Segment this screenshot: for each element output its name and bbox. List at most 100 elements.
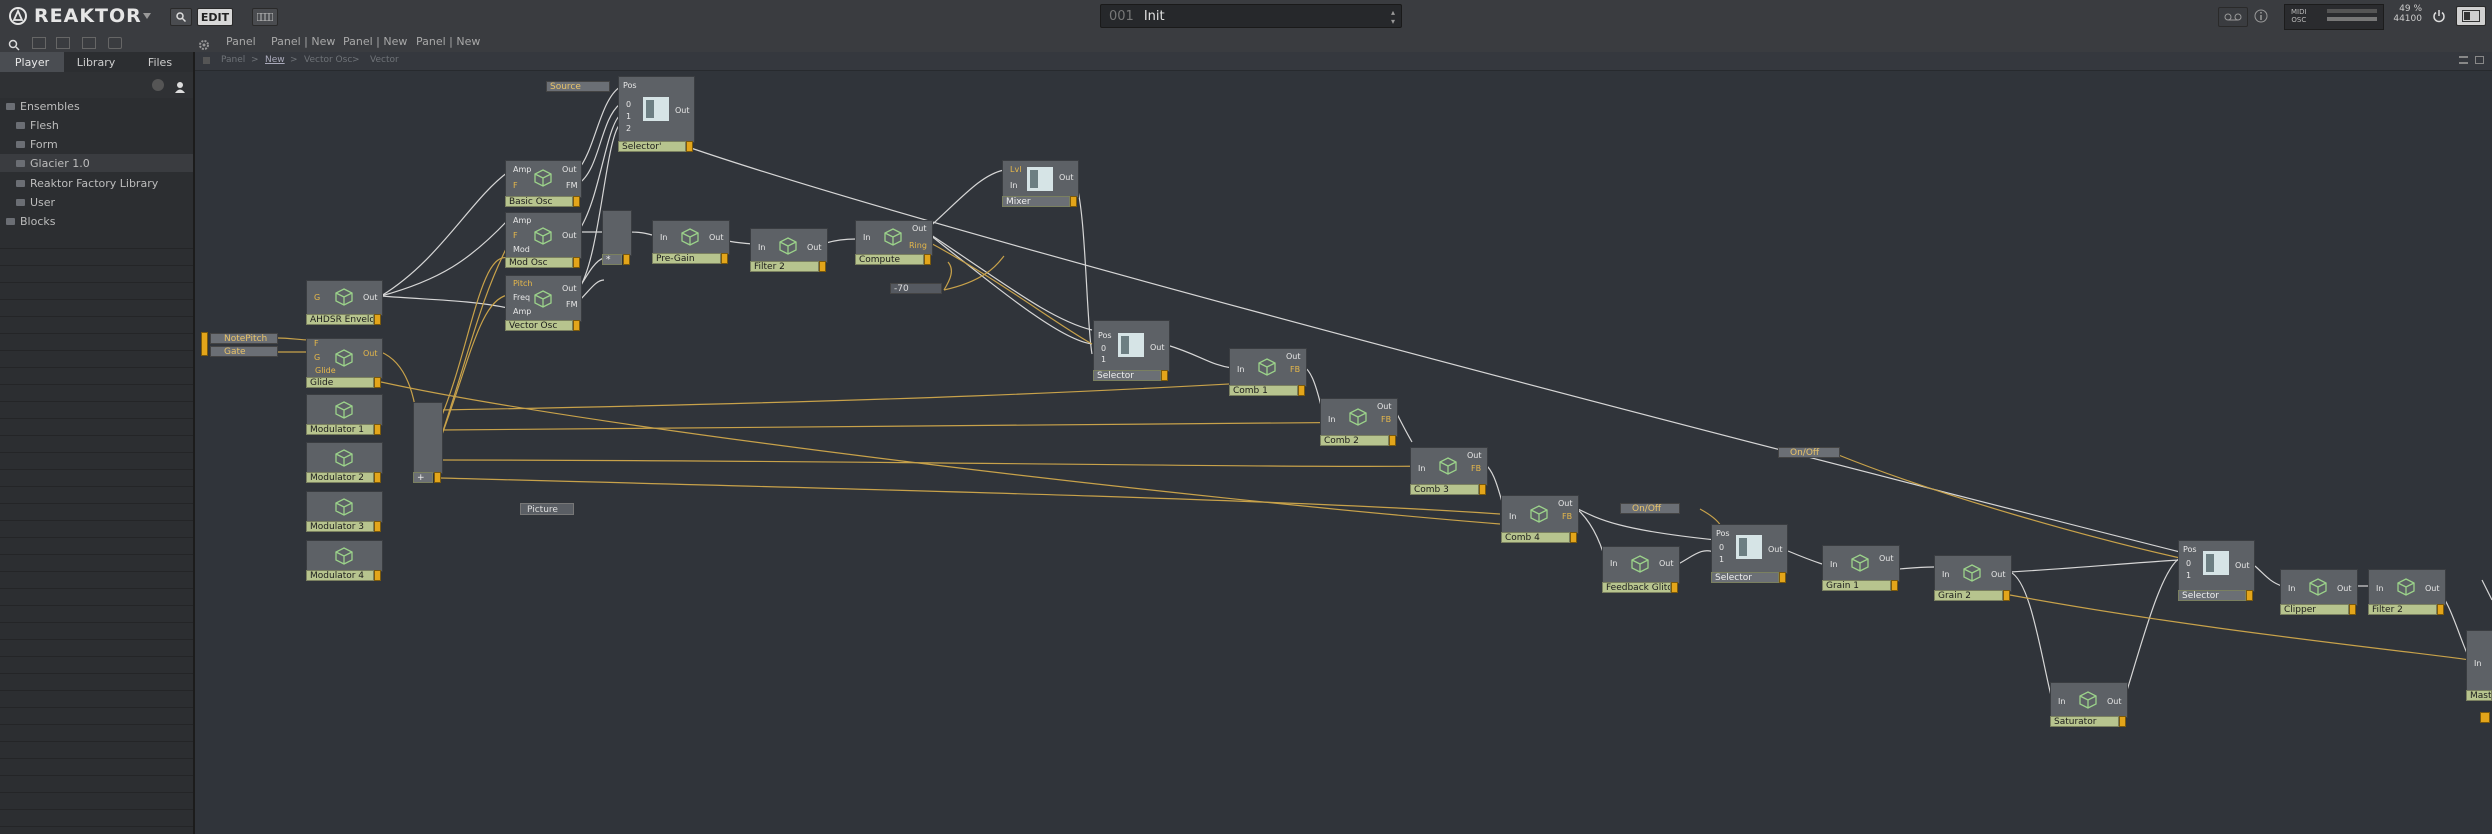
selector3-module[interactable]: Pos 0 1 Out xyxy=(1711,524,1788,574)
sum-module[interactable] xyxy=(413,402,443,474)
selector-top-module[interactable]: Pos 0 1 2 Out xyxy=(618,76,695,143)
modulator1-module[interactable] xyxy=(306,394,383,426)
compute-module[interactable]: In Out Ring xyxy=(855,220,933,256)
edit-button[interactable]: EDIT xyxy=(197,8,233,26)
saturator-edit-button[interactable] xyxy=(2119,716,2126,727)
sum-edit-button[interactable] xyxy=(434,472,441,483)
tree-item-factory-library[interactable]: Reaktor Factory Library xyxy=(0,174,193,192)
tree-item-blocks[interactable]: Blocks xyxy=(0,212,193,230)
comb4-edit-button[interactable] xyxy=(1570,532,1577,543)
grain2-module[interactable]: In Out xyxy=(1934,555,2012,592)
home-icon[interactable] xyxy=(203,57,210,64)
panel-tab-4[interactable]: Panel | New xyxy=(416,35,480,48)
comb2-edit-button[interactable] xyxy=(1389,435,1396,446)
grain1-edit-button[interactable] xyxy=(1891,580,1898,591)
view-toggle-button[interactable] xyxy=(2456,6,2486,26)
modulator1-edit-button[interactable] xyxy=(374,424,381,435)
selector3-edit-button[interactable] xyxy=(1779,572,1786,583)
grain1-module[interactable]: In Out xyxy=(1822,545,1900,582)
basic-osc-edit-button[interactable] xyxy=(573,196,580,207)
comb4-module[interactable]: In Out FB xyxy=(1501,495,1579,534)
tab-library[interactable]: Library xyxy=(64,52,128,72)
selector4-module[interactable]: Pos 0 1 Out xyxy=(2178,540,2255,592)
menu-chevron-icon[interactable] xyxy=(140,8,154,24)
info-button[interactable] xyxy=(2254,8,2270,24)
comb3-edit-button[interactable] xyxy=(1479,484,1486,495)
modulator3-edit-button[interactable] xyxy=(374,521,381,532)
panel-tab-3[interactable]: Panel | New xyxy=(343,35,407,48)
mod-osc-edit-button[interactable] xyxy=(573,257,580,268)
source-input[interactable]: Source xyxy=(546,81,610,92)
breadcrumb-panel[interactable]: Panel xyxy=(221,55,245,65)
volume-slider[interactable] xyxy=(2327,17,2377,21)
modulator4-edit-button[interactable] xyxy=(374,570,381,581)
breadcrumb-vector[interactable]: Vector xyxy=(370,55,399,65)
filter2a-module[interactable]: In Out xyxy=(750,228,828,263)
grid-view-icon[interactable] xyxy=(2475,56,2484,64)
tree-item-flesh[interactable]: Flesh xyxy=(0,116,193,134)
multiply-edit-button[interactable] xyxy=(623,254,630,265)
input-edit-button[interactable] xyxy=(201,332,208,356)
mixer-edit-button[interactable] xyxy=(1070,196,1077,207)
power-button[interactable] xyxy=(2432,8,2448,24)
modulator3-module[interactable] xyxy=(306,491,383,523)
settings-icon[interactable] xyxy=(152,79,164,91)
constant-value[interactable]: -70 xyxy=(890,283,942,294)
check-icon[interactable] xyxy=(108,37,122,49)
preset-stepper-icon[interactable]: ▴ ▾ xyxy=(1391,8,1395,26)
search-button[interactable] xyxy=(170,8,192,26)
comb2-module[interactable]: In Out FB xyxy=(1320,398,1398,437)
glide-edit-button[interactable] xyxy=(374,377,381,388)
modulator2-edit-button[interactable] xyxy=(374,472,381,483)
picture-element[interactable]: Picture xyxy=(520,503,574,515)
filter2b-edit-button[interactable] xyxy=(2437,604,2444,615)
tab-player[interactable]: Player xyxy=(0,52,64,72)
selector-mid-edit-button[interactable] xyxy=(1161,370,1168,381)
modulator2-module[interactable] xyxy=(306,442,383,474)
feedback-glitch-module[interactable]: In Out xyxy=(1602,546,1680,584)
breadcrumb-new[interactable]: New xyxy=(265,55,285,65)
clipper-module[interactable]: In Out xyxy=(2280,569,2358,606)
multiply-module[interactable] xyxy=(602,210,632,256)
on-off-switch-2[interactable]: On/Off xyxy=(1778,447,1840,458)
panel-tab-2[interactable]: Panel | New xyxy=(271,35,335,48)
basic-osc-module[interactable]: Amp F Out FM xyxy=(505,160,582,198)
selector-top-edit-button[interactable] xyxy=(686,141,693,152)
filter2b-module[interactable]: In Out xyxy=(2368,569,2446,606)
panel-tab-1[interactable]: Panel xyxy=(226,35,256,48)
tab-files[interactable]: Files xyxy=(128,52,192,72)
tree-item-glacier[interactable]: Glacier 1.0 xyxy=(0,154,193,172)
image-icon[interactable] xyxy=(56,37,70,49)
tree-item-user[interactable]: User xyxy=(0,193,193,211)
clipper-edit-button[interactable] xyxy=(2349,604,2356,615)
mixer-module[interactable]: Lvl In Out xyxy=(1002,160,1079,198)
user-icon[interactable] xyxy=(174,78,186,97)
master-edit-button[interactable] xyxy=(2480,712,2490,723)
filter2a-edit-button[interactable] xyxy=(819,261,826,272)
vector-osc-edit-button[interactable] xyxy=(573,320,580,331)
tree-item-ensembles[interactable]: Ensembles xyxy=(0,97,193,115)
selector4-edit-button[interactable] xyxy=(2246,590,2253,601)
modulator4-module[interactable] xyxy=(306,540,383,572)
mod-osc-module[interactable]: Amp F Mod Out xyxy=(505,212,582,259)
gate-input[interactable]: Gate xyxy=(210,346,278,357)
compute-edit-button[interactable] xyxy=(924,254,931,265)
grain2-edit-button[interactable] xyxy=(2003,590,2010,601)
note-pitch-input[interactable]: NotePitch xyxy=(210,333,278,344)
list-icon[interactable] xyxy=(32,37,46,49)
comb1-module[interactable]: In Out FB xyxy=(1229,348,1307,387)
glide-module[interactable]: F G Glide Out xyxy=(306,338,383,379)
preset-selector[interactable]: 001 Init ▴ ▾ xyxy=(1100,4,1402,28)
tape-deck-button[interactable] xyxy=(2218,7,2248,27)
saturator-module[interactable]: In Out xyxy=(2050,682,2128,718)
comb3-module[interactable]: In Out FB xyxy=(1410,447,1488,486)
pre-gain-module[interactable]: In Out xyxy=(652,220,730,255)
master-module[interactable]: In xyxy=(2466,630,2492,692)
vector-osc-module[interactable]: Pitch Freq Amp Out FM xyxy=(505,275,582,322)
feedback-glitch-edit-button[interactable] xyxy=(1671,582,1678,593)
grid-icon[interactable] xyxy=(82,37,96,49)
on-off-switch-1[interactable]: On/Off xyxy=(1620,503,1680,514)
envelope-edit-button[interactable] xyxy=(374,314,381,325)
comb1-edit-button[interactable] xyxy=(1298,385,1305,396)
pre-gain-edit-button[interactable] xyxy=(721,253,728,264)
